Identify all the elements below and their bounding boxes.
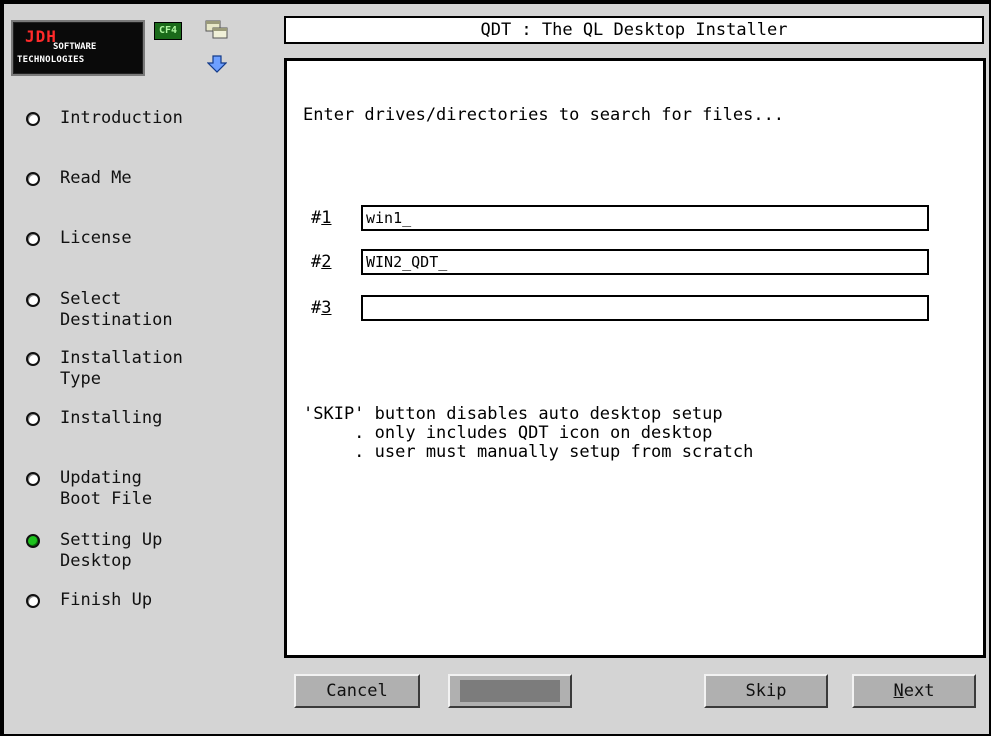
- step-bullet-icon: [26, 232, 40, 246]
- step-label: Introduction: [60, 108, 183, 128]
- step-label: Updating Boot File: [60, 468, 153, 509]
- step-bullet-icon: [26, 112, 40, 126]
- step-bullet-icon: [26, 293, 40, 307]
- next-mnemonic: N: [893, 681, 904, 701]
- step-bullet-icon: [26, 594, 40, 608]
- step-license: License: [26, 228, 132, 249]
- step-read-me: Read Me: [26, 168, 132, 189]
- drive-row-3: #3: [311, 295, 929, 321]
- page-title: QDT : The QL Desktop Installer: [284, 16, 984, 44]
- skip-button[interactable]: Skip: [704, 674, 828, 708]
- drive-label: #3: [311, 298, 332, 318]
- step-label: Setting Up Desktop: [60, 530, 163, 571]
- drive-label: #2: [311, 252, 332, 272]
- active-step-bullet-icon: [26, 534, 40, 548]
- blank-button-face: [460, 680, 560, 702]
- step-label: License: [60, 228, 132, 248]
- blank-button[interactable]: [448, 674, 572, 708]
- skip-note: 'SKIP' button disables auto desktop setu…: [303, 404, 754, 462]
- drive-input-1[interactable]: [361, 205, 929, 231]
- step-finish-up: Finish Up: [26, 590, 152, 611]
- drive-input-3[interactable]: [361, 295, 929, 321]
- step-bullet-icon: [26, 172, 40, 186]
- drive-label: #1: [311, 208, 332, 228]
- main-panel: Enter drives/directories to search for f…: [284, 58, 986, 658]
- installer-window: JDH SOFTWARE TECHNOLOGIES CF4 Introducti…: [4, 4, 989, 734]
- step-label: Read Me: [60, 168, 132, 188]
- step-updating-boot-file: Updating Boot File: [26, 468, 152, 510]
- step-label: Finish Up: [60, 590, 153, 610]
- step-select-destination: Select Destination: [26, 289, 173, 331]
- step-introduction: Introduction: [26, 108, 183, 129]
- step-bullet-icon: [26, 472, 40, 486]
- step-label: Installation Type: [60, 348, 183, 389]
- step-label: Installing: [60, 408, 163, 428]
- drive-row-1: #1: [311, 205, 929, 231]
- step-installing: Installing: [26, 408, 162, 429]
- search-prompt: Enter drives/directories to search for f…: [303, 105, 785, 125]
- drive-input-2[interactable]: [361, 249, 929, 275]
- cancel-button[interactable]: Cancel: [294, 674, 420, 708]
- next-label: ext: [903, 681, 935, 701]
- step-bullet-icon: [26, 412, 40, 426]
- steps-sidebar: Introduction Read Me License Select Dest…: [4, 4, 274, 734]
- drive-row-2: #2: [311, 249, 929, 275]
- next-button[interactable]: Next: [852, 674, 976, 708]
- step-setting-up-desktop: Setting Up Desktop: [26, 530, 162, 572]
- step-bullet-icon: [26, 352, 40, 366]
- step-label: Select Destination: [60, 289, 173, 330]
- step-installation-type: Installation Type: [26, 348, 183, 390]
